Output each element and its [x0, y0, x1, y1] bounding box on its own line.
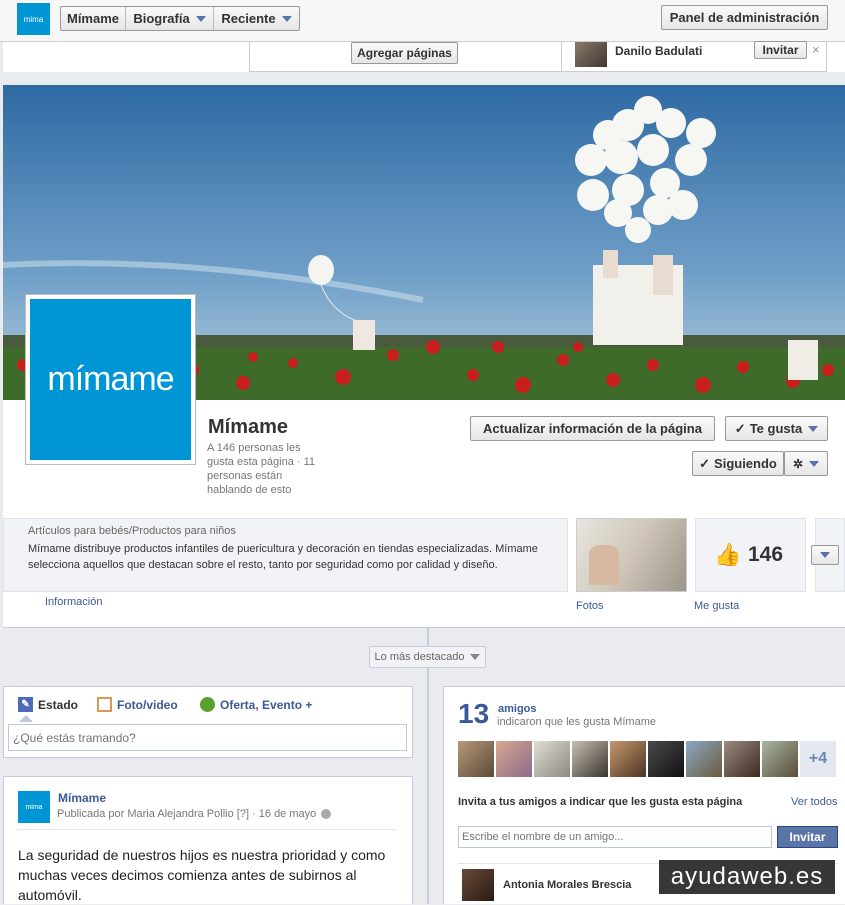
more-friends[interactable]: +4 — [800, 741, 836, 777]
tab-estado-label: Estado — [38, 697, 79, 712]
likes-link[interactable]: Me gusta — [694, 600, 739, 612]
following-button[interactable]: ✓ Siguiendo — [692, 451, 784, 476]
post-divider — [18, 829, 396, 830]
chevron-down-icon — [281, 15, 292, 22]
likes-count: 146 — [748, 543, 784, 566]
friend-avatar[interactable] — [686, 741, 722, 777]
suggested-friend-avatar[interactable] — [462, 869, 494, 901]
chevron-down-icon — [195, 15, 206, 22]
friend-avatar[interactable] — [534, 741, 570, 777]
photo-figure — [589, 545, 619, 585]
check-icon: ✓ — [734, 420, 746, 436]
invite-title: Invita a tus amigos a indicar que les gu… — [458, 796, 743, 808]
friends-count: 13 — [458, 698, 490, 729]
suggested-friend-name[interactable]: Antonia Morales Brescia — [503, 879, 631, 891]
watermark: ayudaweb.es — [659, 860, 835, 894]
tab-photo-video[interactable]: Foto/video — [97, 697, 178, 712]
nav-mimame[interactable]: Mímame — [61, 7, 126, 30]
thumbs-up-icon: 👍 — [714, 542, 742, 567]
page-logo-small[interactable]: mima — [17, 3, 50, 35]
post-author[interactable]: Mímame — [58, 791, 106, 805]
friend-avatar[interactable] — [762, 741, 798, 777]
friend-avatar[interactable] — [572, 741, 608, 777]
friend-avatar[interactable] — [648, 741, 684, 777]
photo-icon — [97, 697, 112, 712]
photos-thumbnail[interactable] — [576, 518, 687, 592]
chevron-down-icon — [820, 552, 830, 558]
globe-icon — [321, 809, 332, 819]
more-button[interactable] — [811, 545, 839, 565]
chevron-down-icon — [809, 460, 820, 467]
friend-avatar[interactable] — [610, 741, 646, 777]
offer-icon — [200, 697, 215, 712]
like-button[interactable]: ✓ Te gusta — [725, 416, 828, 441]
like-button-label: Te gusta — [749, 421, 803, 436]
friends-sub: indicaron que les gusta Mímame — [497, 716, 656, 728]
page-title: Mímame — [208, 416, 289, 438]
tab-indicator — [19, 715, 33, 722]
chevron-down-icon — [470, 654, 481, 660]
suggest-name[interactable]: Danilo Badulati — [615, 44, 702, 58]
update-info-button[interactable]: Actualizar información de la página — [470, 416, 715, 441]
post-meta: Publicada por Maria Alejandra Pollio [?]… — [57, 808, 332, 820]
close-icon[interactable]: × — [812, 42, 820, 57]
about-category: Artículos para bebés/Productos para niño… — [28, 525, 236, 537]
info-link[interactable]: Información — [45, 596, 102, 608]
friends-label[interactable]: amigos — [498, 703, 537, 715]
invite-friend-input[interactable] — [458, 826, 772, 848]
friend-avatar[interactable] — [496, 741, 532, 777]
tab-offer-event[interactable]: Oferta, Evento + — [200, 697, 312, 712]
profile-picture[interactable]: mímame — [25, 294, 196, 465]
check-icon: ✓ — [699, 455, 711, 471]
friend-photos: +4 — [458, 741, 838, 778]
friend-avatar[interactable] — [458, 741, 494, 777]
timeline-spine — [427, 628, 429, 904]
nav-biografia[interactable]: Biografía — [126, 7, 214, 30]
gear-icon: ✲ — [792, 456, 804, 471]
post-avatar[interactable]: mima — [18, 791, 50, 823]
following-button-label: Siguiendo — [714, 456, 777, 471]
invite-submit-button[interactable]: Invitar — [777, 826, 838, 848]
nav-biografia-label: Biografía — [133, 11, 190, 26]
add-pages-button[interactable]: Agregar páginas — [351, 42, 458, 64]
highlight-filter-label: Lo más destacado — [374, 651, 465, 663]
photos-link[interactable]: Fotos — [576, 600, 604, 612]
tab-offer-event-label: Oferta, Evento + — [220, 697, 313, 712]
chevron-down-icon — [808, 425, 819, 432]
pencil-icon: ✎ — [18, 697, 33, 712]
suggest-avatar[interactable] — [575, 42, 607, 67]
admin-panel-button[interactable]: Panel de administración — [661, 5, 828, 30]
about-description: Mímame distribuye productos infantiles d… — [28, 543, 538, 571]
tab-estado[interactable]: ✎ Estado — [18, 697, 78, 712]
nav-reciente-label: Reciente — [221, 11, 276, 26]
top-nav: Mímame Biografía Reciente — [60, 6, 300, 31]
tab-photo-video-label: Foto/video — [117, 697, 178, 712]
highlight-filter[interactable]: Lo más destacado — [369, 646, 486, 668]
settings-button[interactable]: ✲ — [784, 451, 828, 476]
status-input[interactable] — [8, 724, 407, 751]
friend-avatar[interactable] — [724, 741, 760, 777]
post-text: La seguridad de nuestros hijos es nuestr… — [18, 847, 386, 903]
see-all-link[interactable]: Ver todos — [791, 796, 837, 808]
invite-suggest-button[interactable]: Invitar — [754, 41, 807, 59]
nav-reciente[interactable]: Reciente — [214, 7, 299, 30]
page-stats: A 146 personas les gusta esta página · 1… — [207, 442, 316, 496]
profile-logo: mímame — [30, 299, 191, 460]
post-meta-text: Publicada por Maria Alejandra Pollio [?]… — [57, 808, 317, 820]
